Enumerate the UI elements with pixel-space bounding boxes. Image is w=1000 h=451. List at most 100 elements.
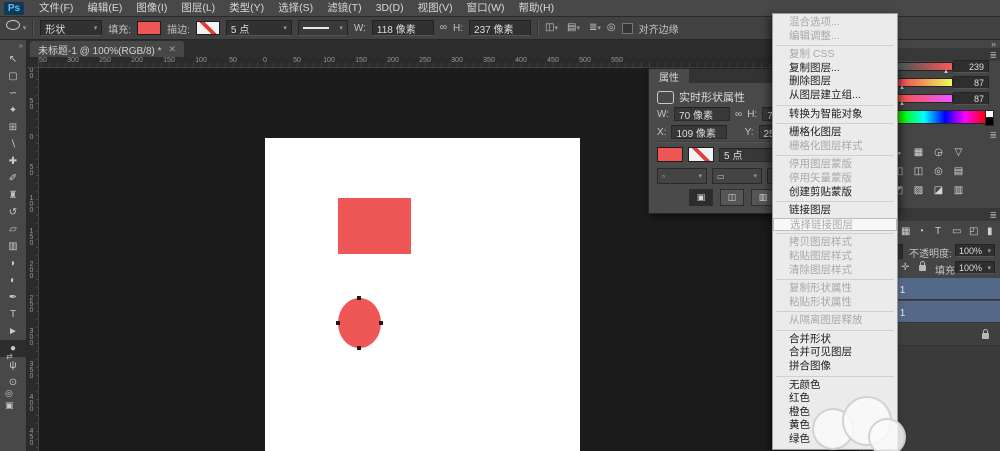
tool-preset-icon[interactable]: ▾ bbox=[6, 20, 26, 36]
context-menu-item[interactable]: 停用矢量蒙版 bbox=[773, 172, 897, 186]
clone-stamp-tool[interactable]: ♜ bbox=[0, 187, 26, 204]
blur-tool[interactable]: ◗ bbox=[0, 255, 26, 272]
context-menu-item[interactable]: 转换为智能对象 bbox=[773, 108, 897, 122]
context-menu-item[interactable]: 粘贴图层样式 bbox=[773, 250, 897, 264]
rectangle-shape[interactable] bbox=[338, 198, 411, 254]
quick-mask-icon[interactable]: ◎ bbox=[5, 388, 31, 399]
fill-swatch[interactable] bbox=[137, 21, 161, 35]
healing-brush-tool[interactable]: ✚ bbox=[0, 153, 26, 170]
lock-position-icon[interactable]: ✛ bbox=[901, 262, 909, 273]
link-dimensions-icon[interactable]: ∞ bbox=[440, 21, 447, 35]
adjustment-icon[interactable]: ▦ bbox=[911, 146, 926, 159]
fill-swatch[interactable] bbox=[657, 147, 683, 162]
blue-value[interactable]: 87 bbox=[953, 92, 989, 105]
context-menu-item[interactable]: 复制图层... bbox=[773, 62, 897, 76]
filter-kind-icon[interactable]: ▦ bbox=[901, 226, 910, 237]
context-menu-item[interactable]: 停用图层蒙版 bbox=[773, 158, 897, 172]
stroke-style-select[interactable]: ▾ bbox=[298, 20, 348, 36]
context-menu-item[interactable]: 合并形状 bbox=[773, 333, 897, 347]
stroke-width-input[interactable]: 5 点▾ bbox=[226, 20, 292, 36]
context-menu-item[interactable]: 从隔离图层释放 bbox=[773, 314, 897, 328]
context-menu-item[interactable]: 栅格化图层 bbox=[773, 126, 897, 140]
context-menu-item[interactable]: 删除图层 bbox=[773, 75, 897, 89]
green-slider-marker[interactable]: ▲ bbox=[899, 85, 905, 91]
swap-colors-icon[interactable]: ⇄ bbox=[6, 352, 13, 361]
stroke-align-select[interactable]: ▫▾ bbox=[657, 168, 707, 184]
ellipse-tool[interactable]: ● bbox=[0, 340, 26, 357]
context-menu-item[interactable]: 拼合图像 bbox=[773, 360, 897, 374]
dodge-tool[interactable]: ◐ bbox=[0, 272, 26, 289]
shape-x-input[interactable]: 109 像素 bbox=[671, 125, 727, 139]
properties-tab[interactable]: 属性 bbox=[649, 69, 689, 83]
anchor-point[interactable] bbox=[379, 321, 383, 325]
toolbar-collapse-icon[interactable]: » bbox=[0, 40, 26, 51]
type-tool[interactable]: T bbox=[0, 306, 26, 323]
pen-tool[interactable]: ✒ bbox=[0, 289, 26, 306]
ellipse-shape[interactable] bbox=[338, 298, 381, 348]
arrange-icon[interactable]: ≣▾ bbox=[589, 21, 601, 36]
filter-kind-icon[interactable]: ◰ bbox=[969, 226, 978, 237]
context-menu-item[interactable]: 复制形状属性 bbox=[773, 282, 897, 296]
stroke-caps-select[interactable]: ▭▾ bbox=[712, 168, 762, 184]
adjustment-icon[interactable]: ◶ bbox=[931, 146, 946, 159]
width-input[interactable]: 118 像素 bbox=[372, 20, 434, 36]
shape-width-input[interactable]: 70 像素 bbox=[674, 107, 730, 121]
menu-9[interactable]: 窗口(W) bbox=[460, 0, 512, 17]
height-input[interactable]: 237 像素 bbox=[469, 20, 531, 36]
screen-mode-icon[interactable]: ▣ bbox=[5, 400, 31, 411]
pathfinder-button[interactable]: ◫ bbox=[720, 189, 744, 206]
adjustment-icon[interactable]: ◪ bbox=[931, 184, 946, 197]
lock-all-icon[interactable] bbox=[919, 265, 926, 271]
adjustment-icon[interactable]: ▽ bbox=[951, 146, 966, 159]
menu-0[interactable]: 文件(F) bbox=[32, 0, 80, 17]
pathfinder-button[interactable]: ▣ bbox=[689, 189, 713, 206]
lasso-tool[interactable]: ∽ bbox=[0, 85, 26, 102]
anchor-point[interactable] bbox=[336, 321, 340, 325]
adjustment-icon[interactable]: ◫ bbox=[911, 165, 926, 178]
adjustment-icon[interactable]: ▥ bbox=[951, 184, 966, 197]
context-menu-item[interactable]: 创建剪贴蒙版 bbox=[773, 186, 897, 200]
context-menu-item[interactable]: 编辑调整... bbox=[773, 30, 897, 44]
context-menu-item[interactable]: 粘贴形状属性 bbox=[773, 296, 897, 310]
panel-menu-icon[interactable]: ≣ bbox=[989, 210, 997, 221]
move-tool[interactable]: ↖ bbox=[0, 51, 26, 68]
menu-5[interactable]: 选择(S) bbox=[271, 0, 320, 17]
stroke-swatch[interactable] bbox=[688, 147, 714, 162]
filter-kind-icon[interactable]: ▭ bbox=[952, 226, 961, 237]
menu-1[interactable]: 编辑(E) bbox=[80, 0, 129, 17]
tab-close-icon[interactable]: ✕ bbox=[169, 44, 177, 55]
context-menu-item[interactable]: 无颜色 bbox=[773, 379, 897, 393]
context-menu-item[interactable]: 链接图层 bbox=[773, 204, 897, 218]
align-edges-checkbox[interactable] bbox=[622, 23, 633, 34]
context-menu-item[interactable]: 复制 CSS bbox=[773, 48, 897, 62]
filter-toggle-icon[interactable]: ▮ bbox=[987, 226, 993, 237]
context-menu-item[interactable]: 拷贝图层样式 bbox=[773, 236, 897, 250]
context-menu-item[interactable]: 选择链接图层 bbox=[773, 218, 897, 232]
menu-7[interactable]: 3D(D) bbox=[369, 0, 411, 17]
context-menu-item[interactable]: 从图层建立组... bbox=[773, 89, 897, 103]
context-menu-item[interactable]: 混合选项... bbox=[773, 16, 897, 30]
canvas[interactable] bbox=[265, 138, 580, 451]
tool-mode-select[interactable]: 形状▾ bbox=[40, 20, 102, 36]
gear-icon[interactable]: ◎ bbox=[607, 21, 616, 35]
menu-10[interactable]: 帮助(H) bbox=[512, 0, 562, 17]
green-value[interactable]: 87 bbox=[953, 76, 989, 89]
menu-6[interactable]: 滤镜(T) bbox=[320, 0, 368, 17]
crop-tool[interactable]: ⊞ bbox=[0, 119, 26, 136]
filter-kind-icon[interactable]: T bbox=[935, 226, 941, 237]
stroke-swatch[interactable] bbox=[196, 21, 220, 35]
align-icon[interactable]: ▤▾ bbox=[567, 21, 580, 36]
horizontal-ruler[interactable]: 3503002502001501005005010015020025030035… bbox=[38, 57, 898, 68]
document-tab[interactable]: 未标题-1 @ 100%(RGB/8) * ✕ bbox=[30, 41, 184, 57]
history-brush-tool[interactable]: ↺ bbox=[0, 204, 26, 221]
opacity-input[interactable]: 100%▾ bbox=[955, 244, 995, 257]
context-menu-item[interactable]: 清除图层样式 bbox=[773, 264, 897, 278]
link-icon[interactable]: ∞ bbox=[735, 109, 742, 120]
path-operations-icon[interactable]: ◫▾ bbox=[545, 21, 558, 36]
context-menu-item[interactable]: 合并可见图层 bbox=[773, 346, 897, 360]
eyedropper-tool[interactable]: ∖ bbox=[0, 136, 26, 153]
filter-kind-icon[interactable]: ◔ bbox=[918, 226, 924, 237]
eraser-tool[interactable]: ▱ bbox=[0, 221, 26, 238]
menu-4[interactable]: 类型(Y) bbox=[222, 0, 271, 17]
menu-8[interactable]: 视图(V) bbox=[411, 0, 460, 17]
